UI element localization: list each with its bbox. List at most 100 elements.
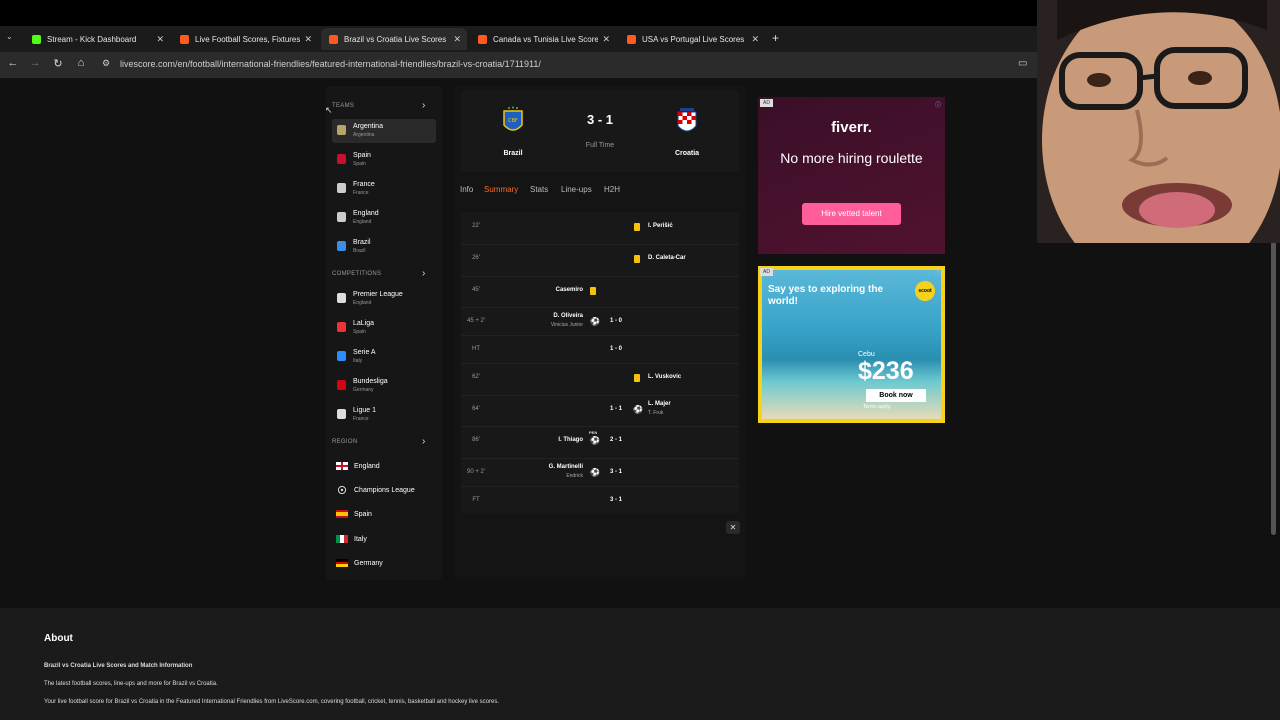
team-item[interactable]: Argentina Argentina <box>332 119 436 143</box>
region-label: Italy <box>354 536 367 543</box>
event-player[interactable]: D. Caleta-Car <box>648 255 686 261</box>
site-settings-icon[interactable]: ⚙ <box>102 58 110 69</box>
book-now-button[interactable]: Book now <box>866 389 926 402</box>
ad-info-icon[interactable]: ⓘ <box>935 269 941 278</box>
tab-close-icon[interactable]: ✕ <box>304 34 312 45</box>
about-title: About <box>44 633 73 644</box>
champions-league-icon <box>337 486 347 494</box>
page-scrollbar[interactable] <box>1271 240 1276 535</box>
webcam-overlay <box>1037 0 1280 243</box>
tab-title: Live Football Scores, Fixtures & <box>195 34 300 44</box>
yellow-card-icon <box>634 223 640 231</box>
competition-item[interactable]: Bundesliga Germany <box>332 374 436 398</box>
region-item-spain[interactable]: Spain <box>332 504 436 528</box>
tab-title: USA vs Portugal Live Scores | Li <box>642 34 747 44</box>
period-score: 3 - 1 <box>609 497 622 503</box>
event-player[interactable]: G. Martinelli <box>549 464 583 470</box>
region-item-germany[interactable]: Germany <box>332 553 436 577</box>
tab-lineups[interactable]: Line-ups <box>561 185 592 194</box>
home-icon[interactable]: ⌂ <box>74 57 88 69</box>
teams-chevron-right-icon[interactable]: › <box>422 100 425 111</box>
competition-item[interactable]: LaLiga Spain <box>332 316 436 340</box>
fiverr-logo: fiverr. <box>831 119 872 136</box>
browser-tab[interactable]: Stream - Kick Dashboard ✕ <box>24 28 170 50</box>
team-item[interactable]: Spain Spain <box>332 148 436 172</box>
new-tab-button[interactable]: + <box>772 31 779 45</box>
tab-stats[interactable]: Stats <box>530 185 548 194</box>
croatia-crest-icon[interactable] <box>675 106 699 138</box>
tab-close-icon[interactable]: ✕ <box>751 34 759 45</box>
tab-search-icon[interactable]: ⌄ <box>6 32 13 41</box>
team-name: Argentina <box>353 123 383 130</box>
event-minute: 86' <box>472 437 480 443</box>
team-item[interactable]: Brazil Brazil <box>332 235 436 259</box>
event-player[interactable]: L. Majer <box>648 401 671 407</box>
event-divider <box>461 426 739 427</box>
cast-icon[interactable]: ▭ <box>1018 58 1027 69</box>
brazil-crest-icon[interactable]: CBF <box>501 105 525 137</box>
event-divider <box>461 276 739 277</box>
competition-item[interactable]: Serie A Italy <box>332 345 436 369</box>
region-chevron-right-icon[interactable]: › <box>422 436 425 447</box>
url-field[interactable]: livescore.com/en/football/international-… <box>120 59 541 69</box>
competition-logo-icon <box>337 293 346 303</box>
address-bar: ← → ↻ ⌂ ⚙ livescore.com/en/football/inte… <box>0 52 1040 78</box>
forward-icon[interactable]: → <box>28 57 42 69</box>
browser-tab[interactable]: Brazil vs Croatia Live Scores | Li ✕ <box>321 28 467 50</box>
yellow-card-icon <box>590 287 596 295</box>
region-label: Champions League <box>354 487 415 494</box>
event-player[interactable]: L. Vuskovic <box>648 374 681 380</box>
browser-tab[interactable]: Canada vs Tunisia Live Scores | ✕ <box>470 28 616 50</box>
tab-info[interactable]: Info <box>460 185 473 194</box>
back-icon[interactable]: ← <box>6 57 20 69</box>
team-name: England <box>353 210 379 217</box>
event-player[interactable]: Casemiro <box>556 287 583 293</box>
event-player[interactable]: I. Thiago <box>558 437 583 443</box>
region-item-england[interactable]: England <box>332 456 436 480</box>
region-item-champions-league[interactable]: Champions League <box>332 480 436 504</box>
competition-country: Spain <box>353 329 366 335</box>
event-assist: T. Fruk <box>648 410 664 416</box>
event-player[interactable]: D. Oliveira <box>553 313 583 319</box>
goal-ball-icon: ⚽ <box>590 317 600 326</box>
event-score: 2 - 1 <box>609 437 622 443</box>
tab-close-icon[interactable]: ✕ <box>602 34 610 45</box>
tab-h2h[interactable]: H2H <box>604 185 620 194</box>
scoot-logo: scoot <box>915 281 935 301</box>
ad-info-icon[interactable]: ⓘ <box>935 100 941 109</box>
reload-icon[interactable]: ↻ <box>51 57 65 70</box>
browser-tab[interactable]: USA vs Portugal Live Scores | Li ✕ <box>619 28 765 50</box>
fiverr-ad[interactable]: AD ⓘ fiverr. No more hiring roulette Hir… <box>758 97 945 254</box>
competition-item[interactable]: Ligue 1 France <box>332 403 436 427</box>
tab-summary[interactable]: Summary <box>484 185 518 194</box>
tab-favicon-icon <box>32 34 41 44</box>
competitions-chevron-right-icon[interactable]: › <box>422 268 425 279</box>
team-item[interactable]: France France <box>332 177 436 201</box>
browser-tab[interactable]: Live Football Scores, Fixtures & ✕ <box>172 28 318 50</box>
penalty-goal-icon: ⚽ <box>590 436 600 445</box>
competition-logo-icon <box>337 409 346 419</box>
event-player[interactable]: I. Perišić <box>648 223 673 229</box>
ad-badge: AD <box>760 268 773 276</box>
event-divider <box>461 335 739 336</box>
competition-item[interactable]: Premier League England <box>332 287 436 311</box>
yellow-card-icon <box>634 255 640 263</box>
team-logo-icon <box>337 241 346 251</box>
tab-close-icon[interactable]: ✕ <box>156 34 164 45</box>
hire-talent-button[interactable]: Hire vetted talent <box>802 203 901 225</box>
event-minute: 64' <box>472 406 480 412</box>
event-score: 1 - 0 <box>609 318 622 324</box>
event-assist: Vinicius Junior <box>550 322 583 328</box>
tab-close-icon[interactable]: ✕ <box>453 34 461 45</box>
competition-logo-icon <box>337 380 346 390</box>
england-flag-icon <box>336 462 348 470</box>
home-team-name[interactable]: Brazil <box>483 150 543 157</box>
close-button[interactable]: ✕ <box>726 521 740 534</box>
away-team-name[interactable]: Croatia <box>657 150 717 157</box>
region-item-italy[interactable]: Italy <box>332 529 436 553</box>
competition-country: France <box>353 416 369 422</box>
team-logo-icon <box>337 125 346 135</box>
competition-name: Ligue 1 <box>353 407 376 414</box>
competition-logo-icon <box>337 322 346 332</box>
team-item[interactable]: England England <box>332 206 436 230</box>
